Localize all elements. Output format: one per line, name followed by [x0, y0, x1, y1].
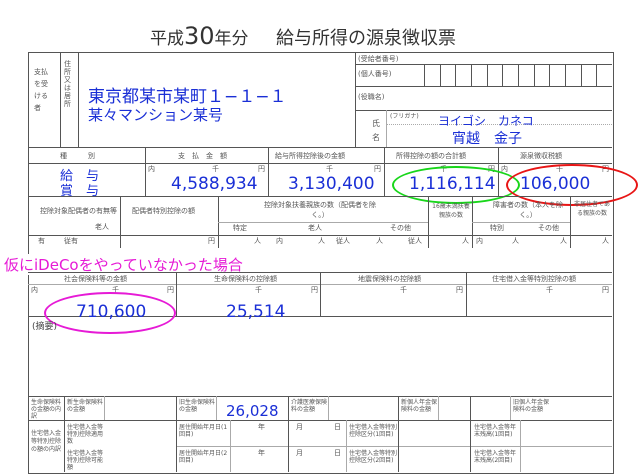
payee-label: 支払を受ける者: [34, 68, 48, 112]
housing-unit-sen: 千: [546, 286, 553, 294]
category-1-label: 住宅借入金等特別控除区分(1回目): [349, 424, 398, 438]
nen-1: 年: [258, 423, 265, 431]
social-unit-en: 円: [167, 286, 174, 294]
earthquake-label: 地震保険料の控除額: [358, 275, 421, 283]
category-2-label: 住宅借入金等特別控除区分(2回目): [349, 450, 398, 464]
life-unit-sen: 千: [255, 286, 262, 294]
old-juu: 従人: [336, 237, 350, 245]
disabled-nin: 人: [512, 237, 519, 245]
life-insurance-label: 生命保険料の控除額: [214, 275, 277, 283]
housing-breakdown-label: 住宅借入金等特別控除の額の内訳: [31, 430, 62, 453]
old-life-label: 旧生命保険料の金額: [179, 399, 216, 413]
eq-unit-sen: 千: [400, 286, 407, 294]
life-insurance-value: 25,514: [226, 302, 286, 322]
social-insurance-label: 社会保険料等の金額: [64, 275, 127, 283]
dependents-count-label: 控除対象扶養親族の数（配偶者を除く。）: [264, 201, 376, 219]
elderly-label: 老人: [95, 223, 109, 231]
title-label: (役職名): [358, 93, 385, 101]
nonresident-label: 非居住者である親族の数: [574, 201, 610, 217]
name-label: 氏: [372, 119, 380, 128]
personal-number-boxes: [424, 64, 612, 86]
nen-2: 年: [258, 449, 265, 457]
furigana-label: (フリガナ): [390, 113, 419, 120]
special-label: 特定: [233, 224, 247, 232]
magenta-circle: [44, 292, 176, 334]
nonresident-nin: 人: [602, 237, 609, 245]
form-title-block: 平成30年分 給与所得の源泉徴収票: [150, 22, 456, 50]
recipient-no-label: (受給者番号): [358, 55, 399, 63]
deductible-label: 住宅借入金等特別控除可能額: [67, 450, 104, 471]
personal-no-label: (個人番号): [358, 70, 392, 78]
withholding-header: 源泉徴収税額: [520, 152, 562, 160]
unit-en-1: 円: [258, 165, 265, 173]
furigana: ヨイゴシ カネコ: [438, 114, 534, 128]
start-date-1-label: 居住開始年月日(1回目): [179, 424, 228, 438]
form-title: 給与所得の源泉徴収票: [275, 28, 456, 49]
unit-sen-2: 千: [326, 165, 333, 173]
spouse-special-label: 配偶者特別控除の額: [132, 207, 195, 215]
balance-2-label: 住宅借入金等年末残高(2回目): [474, 450, 517, 464]
tsuki-1: 月: [296, 423, 303, 431]
old-label: 老人: [308, 224, 322, 232]
balance-1-label: 住宅借入金等年末残高(1回目): [474, 424, 517, 438]
spouse-label: 控除対象配偶者の有無等: [40, 207, 117, 215]
after-deduction-amount: 3,130,400: [288, 174, 375, 194]
start-date-2-label: 居住開始年月日(2回目): [179, 450, 228, 464]
era: 平成: [150, 29, 184, 49]
social-unit-in: 内: [31, 286, 38, 294]
under16-label: 16歳未満扶養親族の数: [432, 203, 470, 219]
life-breakdown-label: 生命保険料の金額の内訳: [31, 399, 62, 420]
green-circle: [392, 166, 520, 204]
old-nin: 人: [318, 237, 325, 245]
recipient-name: 宵越 金子: [452, 131, 522, 147]
type-header: 種 別: [60, 152, 95, 160]
other2-nin: 人: [560, 237, 567, 245]
year-suffix: 年分: [214, 29, 249, 49]
address-label: 住所又は居所: [64, 60, 71, 108]
life-unit-en: 円: [311, 286, 318, 294]
disabled-in: 内: [476, 237, 483, 245]
hi-1: 日: [334, 423, 341, 431]
other2-label: その他: [538, 224, 559, 232]
year: 30: [184, 22, 215, 50]
care-label: 介護医療保険料の金額: [291, 399, 328, 413]
other-nin: 人: [376, 237, 383, 245]
housing-label: 住宅借入金等特別控除の額: [492, 275, 576, 283]
name-label-2: 名: [372, 133, 380, 142]
special-nin: 人: [254, 237, 261, 245]
unit-sen-1: 千: [212, 165, 219, 173]
housing-unit-en: 円: [602, 286, 609, 294]
unit-en-2: 円: [374, 165, 381, 173]
other-juu: 従人: [408, 237, 422, 245]
special2-label: 特別: [490, 224, 504, 232]
other-label: その他: [390, 224, 411, 232]
paid-header: 支 払 金 額: [178, 152, 227, 160]
unit-in-1: 内: [148, 165, 155, 173]
spouse-en-unit: 円: [208, 237, 215, 245]
care-value: 26,028: [226, 402, 279, 420]
under16-nin: 人: [462, 237, 469, 245]
total-deductions-header: 所得控除の額の合計額: [396, 152, 466, 160]
paid-amount: 4,588,934: [171, 174, 258, 194]
have-label: 有: [38, 237, 45, 245]
subordinate-label: 従有: [64, 237, 78, 245]
old-pension-label: 旧個人年金保険料の金額: [513, 399, 550, 413]
disabled-label: 障害者の数（本人を除く。）: [493, 201, 563, 219]
remarks-label: (摘要): [32, 322, 58, 332]
after-deduction-header: 給与所得控除後の金額: [275, 152, 345, 160]
new-pension-label: 新個人年金保険料の金額: [401, 399, 438, 413]
address-line2: 某々マンション某号: [88, 106, 224, 124]
old-in: 内: [276, 237, 283, 245]
housing-count-label: 住宅借入金等特別控除適用数: [67, 424, 104, 445]
tsuki-2: 月: [296, 449, 303, 457]
new-life-label: 新生命保険料の金額: [67, 399, 104, 413]
eq-unit-en: 円: [456, 286, 463, 294]
hi-2: 日: [334, 449, 341, 457]
